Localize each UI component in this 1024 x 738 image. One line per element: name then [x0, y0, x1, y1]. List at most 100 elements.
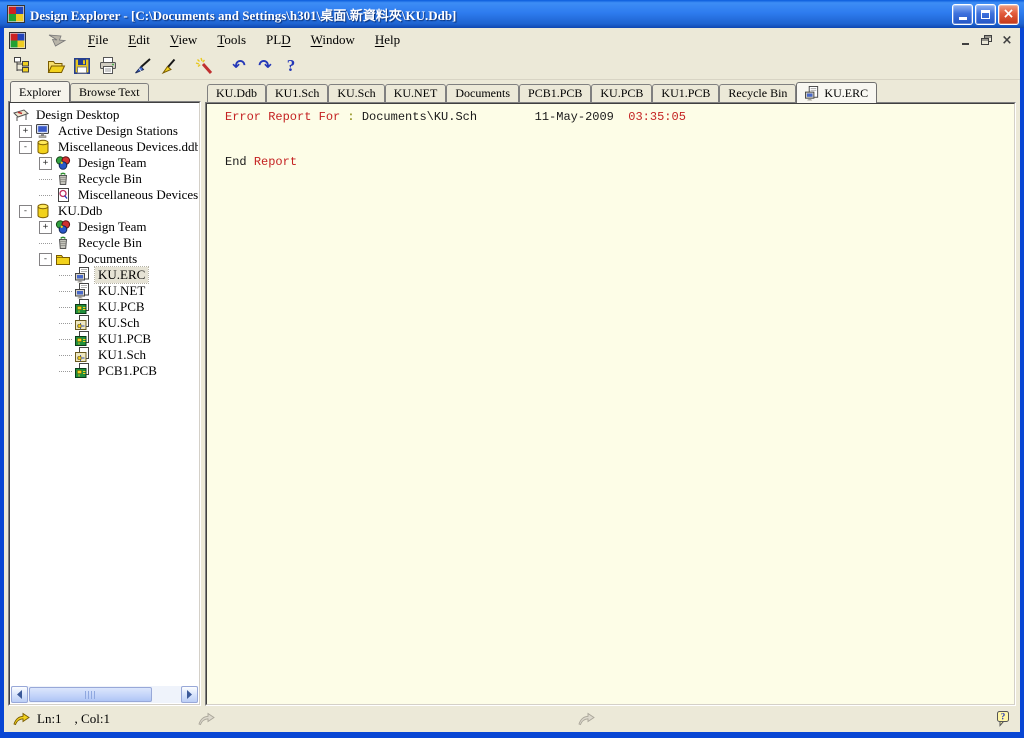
- tree-item-active-design-stations[interactable]: +Active Design Stations: [11, 123, 198, 139]
- textdoc-icon: [75, 267, 92, 283]
- wand-tool-button[interactable]: [191, 54, 217, 78]
- tree-item-ku-erc[interactable]: KU.ERC: [11, 267, 198, 283]
- help-bubble-icon[interactable]: ?: [995, 711, 1012, 728]
- stations-icon: [35, 123, 52, 139]
- document-tab-ku-pcb[interactable]: KU.PCB: [591, 84, 652, 102]
- mdi-restore-button[interactable]: [977, 33, 995, 48]
- document-tab-recycle-bin[interactable]: Recycle Bin: [719, 84, 796, 102]
- database-icon: [35, 203, 52, 219]
- tree-item-recycle-bin[interactable]: Recycle Bin: [11, 171, 198, 187]
- menu-pld[interactable]: PLD: [256, 30, 301, 50]
- tree-item-miscellaneous-devices-lib[interactable]: Miscellaneous Devices.lib: [11, 187, 198, 203]
- tab-label: KU.ERC: [824, 86, 868, 101]
- tree-item-ku-sch[interactable]: KU.Sch: [11, 315, 198, 331]
- report-text-segment: :: [340, 110, 362, 124]
- tree-item-ku1-pcb[interactable]: KU1.PCB: [11, 331, 198, 347]
- expand-toggle[interactable]: +: [39, 157, 52, 170]
- redo-button[interactable]: ↷: [252, 54, 278, 78]
- tree-item-miscellaneous-devices-ddb[interactable]: -Miscellaneous Devices.ddb: [11, 139, 198, 155]
- document-tab-ku1-sch[interactable]: KU1.Sch: [266, 84, 328, 102]
- scrollbar-thumb[interactable]: [29, 687, 152, 702]
- report-text-segment: 11-May-2009: [535, 110, 614, 124]
- scroll-left-button[interactable]: [11, 686, 28, 703]
- tree-item-recycle-bin[interactable]: Recycle Bin: [11, 235, 198, 251]
- document-tab-documents[interactable]: Documents: [446, 84, 519, 102]
- menu-file[interactable]: File: [78, 30, 118, 50]
- tree-item-label: Documents: [75, 251, 140, 267]
- tree-connector: [39, 179, 52, 180]
- tree-item-label: Design Desktop: [33, 107, 122, 123]
- close-button[interactable]: ×: [998, 4, 1019, 25]
- document-tab-ku-net[interactable]: KU.NET: [385, 84, 447, 102]
- tree-item-design-team[interactable]: + Design Team: [11, 155, 198, 171]
- tab-label: Explorer: [19, 85, 61, 100]
- tree-item-design-team[interactable]: +Design Team: [11, 219, 198, 235]
- menu-drop-arrow-icon[interactable]: [46, 32, 68, 49]
- explorer-toggle-button[interactable]: [8, 54, 34, 78]
- print-button[interactable]: [95, 54, 121, 78]
- tree-item-documents[interactable]: - Documents: [11, 251, 198, 267]
- menu-window[interactable]: Window: [301, 30, 365, 50]
- sidebar-horizontal-scrollbar[interactable]: [11, 686, 198, 703]
- document-tab-ku-sch[interactable]: KU.Sch: [328, 84, 384, 102]
- save-button[interactable]: [69, 54, 95, 78]
- toolbar: ↶↷?: [4, 52, 1020, 80]
- sch-doc-icon: [75, 315, 92, 331]
- tree-item-label: PCB1.PCB: [95, 363, 160, 379]
- tab-label: KU.PCB: [600, 86, 643, 101]
- project-tree: Design Desktop+Active Design Stations-Mi…: [11, 104, 198, 686]
- tab-label: Recycle Bin: [728, 86, 787, 101]
- sidebar-tab-browse-text[interactable]: Browse Text: [70, 83, 149, 101]
- sidebar-tab-explorer[interactable]: Explorer: [10, 81, 70, 102]
- tree-item-ku-ddb[interactable]: - KU.Ddb: [11, 203, 198, 219]
- menu-view[interactable]: View: [160, 30, 207, 50]
- menu-tools[interactable]: Tools: [207, 30, 256, 50]
- expand-toggle[interactable]: +: [39, 221, 52, 234]
- tree-item-design-desktop[interactable]: Design Desktop: [11, 107, 198, 123]
- document-tab-ku1-pcb[interactable]: KU1.PCB: [652, 84, 719, 102]
- tree-item-label: KU.Sch: [95, 315, 143, 331]
- knife-tool-button[interactable]: [130, 54, 156, 78]
- undo-button[interactable]: ↶: [226, 54, 252, 78]
- scroll-right-button[interactable]: [181, 686, 198, 703]
- document-tab-pcb1-pcb[interactable]: PCB1.PCB: [519, 84, 591, 102]
- report-line: End Report: [225, 155, 1013, 170]
- report-text-segment: [477, 110, 535, 124]
- mdi-minimize-button[interactable]: [956, 33, 974, 48]
- tree-connector: [39, 195, 52, 196]
- tab-label: KU.Sch: [337, 86, 375, 101]
- document-tab-ku-ddb[interactable]: KU.Ddb: [207, 84, 266, 102]
- collapse-toggle[interactable]: -: [39, 253, 52, 266]
- open-button[interactable]: [43, 54, 69, 78]
- tree-item-ku-net[interactable]: KU.NET: [11, 283, 198, 299]
- document-tab-ku-erc[interactable]: KU.ERC: [796, 82, 877, 103]
- pencil-tool-button[interactable]: [156, 54, 182, 78]
- document-tabs: KU.DdbKU1.Sch KU.Sch KU.NET Documents PCB1.P…: [205, 80, 1016, 102]
- tree-item-pcb1-pcb[interactable]: PCB1.PCB: [11, 363, 198, 379]
- help-button[interactable]: ?: [278, 54, 304, 78]
- app-icon: [7, 5, 25, 23]
- menu-edit[interactable]: Edit: [118, 30, 160, 50]
- sch-doc-icon: [75, 347, 92, 363]
- status-bar: Ln:1 , Col:1 ?: [4, 708, 1020, 730]
- mdi-close-button[interactable]: ×: [998, 33, 1016, 48]
- tree-item-ku-pcb[interactable]: KU.PCB: [11, 299, 198, 315]
- tree-item-label: Design Team: [75, 155, 150, 171]
- nav-arrow-disabled-icon: [577, 712, 596, 727]
- tab-label: Documents: [455, 86, 510, 101]
- team-icon: [55, 219, 72, 235]
- tree-item-ku1-sch[interactable]: KU1.Sch: [11, 347, 198, 363]
- tree-item-label: Recycle Bin: [75, 171, 145, 187]
- nav-arrow-disabled-icon: [197, 712, 216, 727]
- maximize-button[interactable]: [975, 4, 996, 25]
- textdoc-icon: [805, 86, 820, 101]
- menu-help[interactable]: Help: [365, 30, 410, 50]
- expand-toggle[interactable]: +: [19, 125, 32, 138]
- library-icon: [55, 187, 72, 203]
- tree-item-label: KU1.Sch: [95, 347, 149, 363]
- collapse-toggle[interactable]: -: [19, 141, 32, 154]
- tree-item-label: KU.Ddb: [55, 203, 105, 219]
- tree-item-label: KU.ERC: [95, 267, 148, 283]
- minimize-button[interactable]: [952, 4, 973, 25]
- collapse-toggle[interactable]: -: [19, 205, 32, 218]
